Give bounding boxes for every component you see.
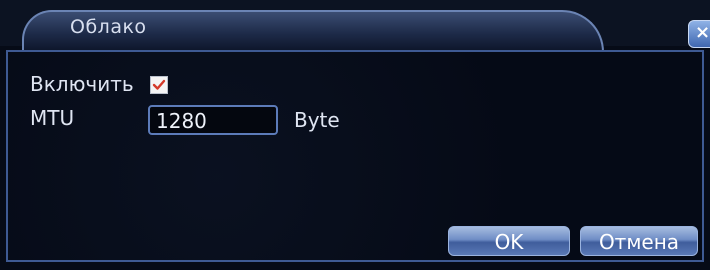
ok-button[interactable]: OK [448, 226, 570, 256]
enable-checkbox[interactable] [150, 76, 168, 94]
cloud-dialog: Облако × Включить MTU 1280 Byte OK Отмен… [0, 0, 710, 270]
close-button[interactable]: × [688, 20, 710, 48]
dialog-title: Облако [70, 16, 147, 38]
checkmark-icon [152, 79, 166, 90]
mtu-input[interactable]: 1280 [148, 105, 278, 135]
mtu-unit: Byte [294, 108, 340, 132]
cancel-button[interactable]: Отмена [580, 226, 698, 256]
enable-label: Включить [30, 72, 134, 96]
title-bar: Облако × [0, 0, 710, 52]
mtu-label: MTU [30, 106, 75, 130]
close-icon: × [695, 22, 710, 43]
